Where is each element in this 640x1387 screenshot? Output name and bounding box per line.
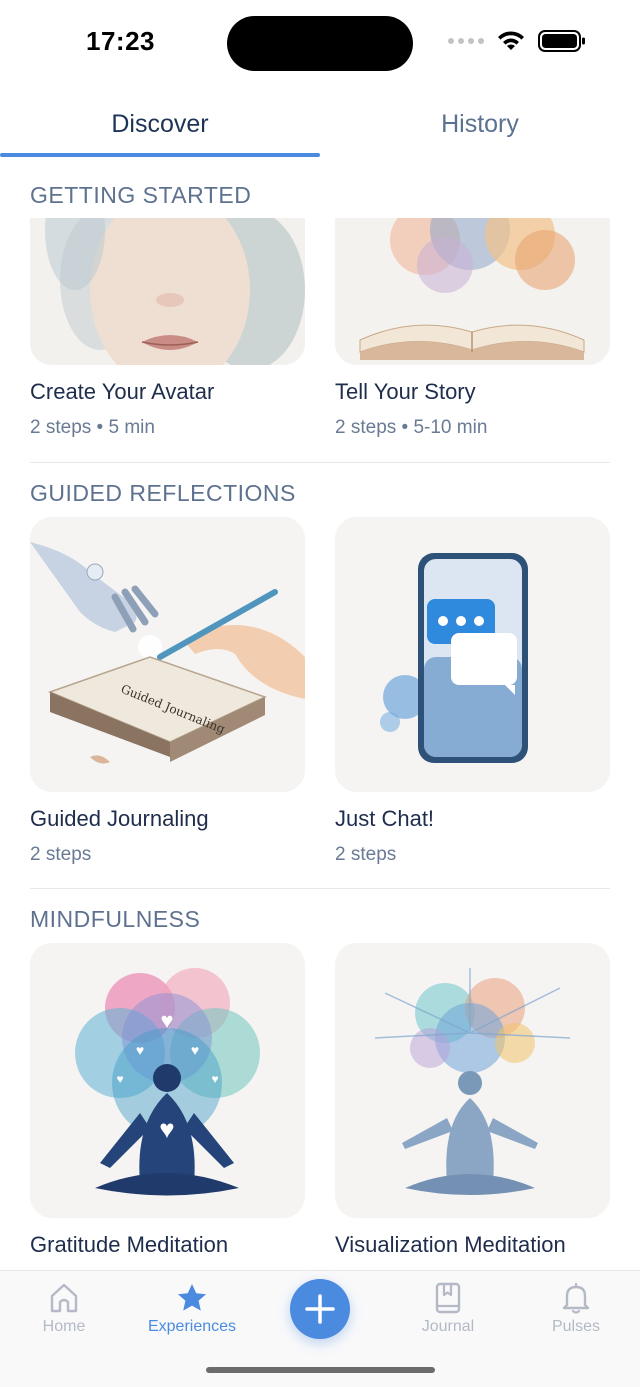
- plus-icon: [305, 1294, 335, 1324]
- dynamic-island: [227, 16, 413, 71]
- robot-hand-journal-image: Guided Journaling: [30, 517, 305, 792]
- nav-label: Pulses: [551, 1318, 601, 1335]
- card-just-chat[interactable]: Just Chat! 2 steps: [335, 517, 610, 866]
- star-icon: [178, 1284, 206, 1311]
- nav-label: Journal: [421, 1318, 475, 1335]
- card-tell-story[interactable]: Tell Your Story 2 steps • 5-10 min: [335, 218, 610, 439]
- phone-chat-image: [335, 517, 610, 792]
- section-title-mindfulness: MINDFULNESS: [30, 906, 201, 932]
- nav-label: Experiences: [147, 1318, 237, 1335]
- card-gratitude-meditation[interactable]: ♥ ♥ ♥ ♥ ♥ ♥ Gratitude Meditation: [30, 943, 305, 1258]
- card-title: Create Your Avatar: [30, 379, 215, 404]
- status-icons: [448, 30, 586, 52]
- card-title: Gratitude Meditation: [30, 1232, 229, 1257]
- card-title: Just Chat!: [335, 806, 435, 831]
- svg-text:♥: ♥: [136, 1042, 144, 1058]
- svg-text:♥: ♥: [211, 1072, 218, 1086]
- signal-dots-icon: [448, 38, 484, 44]
- home-indicator: [206, 1367, 435, 1373]
- svg-text:♥: ♥: [116, 1072, 123, 1086]
- nav-pulses[interactable]: Pulses: [516, 1281, 636, 1336]
- card-title: Guided Journaling: [30, 806, 209, 831]
- battery-icon: [538, 30, 585, 52]
- card-guided-journaling[interactable]: Guided Journaling Guided Journaling 2 st…: [30, 517, 305, 866]
- meditation-splash-image: [335, 943, 610, 1218]
- bell-icon: [562, 1282, 590, 1314]
- card-title: Visualization Meditation: [335, 1232, 566, 1257]
- nav-experiences[interactable]: Experiences: [132, 1281, 252, 1336]
- svg-text:♥: ♥: [160, 1008, 173, 1033]
- add-button[interactable]: [290, 1279, 350, 1339]
- section-divider: [30, 462, 610, 463]
- nav-home[interactable]: Home: [4, 1281, 124, 1336]
- card-title: Tell Your Story: [335, 379, 476, 404]
- section-divider: [30, 888, 610, 889]
- card-meta: 2 steps: [335, 844, 397, 865]
- bottom-nav: Home Experiences Journal Pulses: [0, 1270, 640, 1387]
- svg-text:♥: ♥: [159, 1114, 174, 1144]
- wifi-icon: [498, 31, 524, 50]
- card-meta: 2 steps: [30, 844, 92, 865]
- status-bar: 17:23: [0, 0, 640, 90]
- status-time: 17:23: [86, 26, 155, 56]
- meditation-hearts-image: ♥ ♥ ♥ ♥ ♥ ♥: [30, 943, 305, 1218]
- section-title-guided-reflections: GUIDED REFLECTIONS: [30, 480, 296, 506]
- tab-discover[interactable]: Discover: [0, 110, 320, 139]
- card-create-avatar[interactable]: Create Your Avatar 2 steps • 5 min: [30, 218, 305, 439]
- active-tab-indicator: [0, 153, 320, 157]
- avatar-face-image: [30, 218, 305, 365]
- card-meta: 2 steps • 5-10 min: [335, 417, 488, 438]
- tab-bar: Discover History: [0, 100, 640, 158]
- open-book-image: [335, 218, 610, 365]
- card-visualization-meditation[interactable]: Visualization Meditation: [335, 943, 610, 1258]
- svg-text:♥: ♥: [191, 1042, 199, 1058]
- tab-history[interactable]: History: [320, 110, 640, 139]
- section-title-getting-started: GETTING STARTED: [30, 182, 252, 208]
- journal-icon: [435, 1282, 461, 1314]
- content-scroll[interactable]: Create Your Avatar 2 steps • 5 min Tell …: [0, 218, 640, 1270]
- card-meta: 2 steps • 5 min: [30, 417, 155, 438]
- nav-journal[interactable]: Journal: [388, 1281, 508, 1336]
- nav-label: Home: [42, 1318, 86, 1335]
- home-icon: [50, 1283, 78, 1313]
